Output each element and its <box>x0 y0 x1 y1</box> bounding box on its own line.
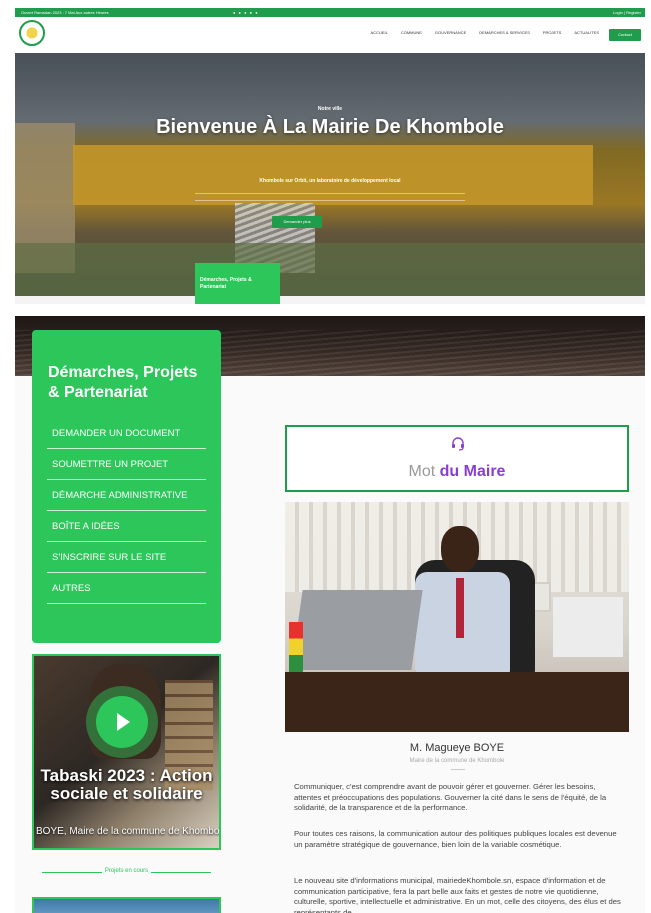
twitter-icon[interactable]: ● <box>239 10 242 15</box>
hero-title: Bienvenue À La Mairie De Khombole <box>156 116 504 138</box>
sidebar-title: Démarches, Projets & Partenariat <box>48 364 198 401</box>
mot-paragraph: Communiquer, c'est comprendre avant de p… <box>294 782 607 812</box>
top-bar-info: Ouvert Ramadan 2023 : 7 Mai Aux autres H… <box>21 10 109 15</box>
sidebar-item-inscrire[interactable]: S'INSCRIRE SUR LE SITE <box>47 542 206 573</box>
hero-subtitle: Notre ville <box>317 106 343 112</box>
video-title: Tabaski 2023 : Action sociale et solidai… <box>40 766 213 803</box>
mayor-role: Maire de la commune de Khombole <box>409 758 505 764</box>
sidebar-item-demarche-administrative[interactable]: DÉMARCHE ADMINISTRATIVE <box>47 480 206 511</box>
nav-item-projets[interactable]: PROJETS <box>543 30 561 35</box>
hero-button[interactable]: Demander plus <box>272 216 322 228</box>
linkedin-icon[interactable]: ● <box>255 10 258 15</box>
sidebar-item-demander-document[interactable]: DEMANDER UN DOCUMENT <box>47 418 206 449</box>
mayor-photo <box>285 502 629 732</box>
photo-tie <box>456 578 464 638</box>
main-navbar: ACCUEIL COMMUNE GOUVERNANCE DEMARCHES & … <box>15 17 645 53</box>
youtube-icon[interactable]: ● <box>250 10 253 15</box>
demarches-sidebar: Démarches, Projets & Partenariat DEMANDE… <box>32 330 221 643</box>
mot-paragraph: Pour toutes ces raisons, la communicatio… <box>294 829 617 849</box>
mot-paragraph: Le nouveau site d'informations municipal… <box>294 876 621 913</box>
divider-line-right <box>151 872 211 873</box>
sidebar-item-boite-idees[interactable]: BOÎTE A IDÉES <box>47 511 206 542</box>
photo-cabinet <box>553 597 623 657</box>
homepage-hero-screenshot: Ouvert Ramadan 2023 : 7 Mai Aux autres H… <box>15 8 645 304</box>
photo-head <box>441 526 479 572</box>
sidebar-menu: DEMANDER UN DOCUMENT SOUMETTRE UN PROJET… <box>47 418 206 604</box>
instagram-icon[interactable]: ● <box>244 10 247 15</box>
top-bar: Ouvert Ramadan 2023 : 7 Mai Aux autres H… <box>15 8 645 17</box>
nav-item-accueil[interactable]: ACCUEIL <box>370 30 387 35</box>
hero-banner: Notre ville Bienvenue À La Mairie De Kho… <box>15 53 645 296</box>
sidebar-item-soumettre-projet[interactable]: SOUMETTRE UN PROJET <box>47 449 206 480</box>
hero-photo-ground <box>15 243 645 296</box>
mayor-name: M. Magueye BOYE <box>409 742 505 754</box>
hero-description <box>195 193 465 201</box>
projets-en-cours-divider: Projets en cours <box>32 866 221 878</box>
mot-du-maire-box: Mot du Maire <box>285 425 629 492</box>
mot-highlight: du Maire <box>439 463 506 480</box>
hero-tagline: Khombole sur Orbit, un laboratoire de dé… <box>259 178 401 184</box>
project-thumbnail[interactable] <box>32 897 221 913</box>
photo-desk <box>285 672 629 732</box>
contact-button[interactable]: Contact <box>609 29 641 41</box>
nav-item-actualites[interactable]: ACTUALITES <box>574 30 599 35</box>
nav-menu: ACCUEIL COMMUNE GOUVERNANCE DEMARCHES & … <box>370 30 599 35</box>
demarches-tab[interactable]: Démarches, Projets & Partenariat <box>195 263 280 304</box>
nav-item-commune[interactable]: COMMUNE <box>401 30 422 35</box>
homepage-content-screenshot: Démarches, Projets & Partenariat DEMANDE… <box>15 316 645 913</box>
headset-icon <box>452 437 464 451</box>
sidebar-item-autres[interactable]: AUTRES <box>47 573 206 604</box>
mot-prefix: Mot <box>408 463 436 480</box>
video-caption: BOYE, Maire de la commune de Khombole <box>36 826 219 837</box>
senegal-flag <box>289 622 303 672</box>
facebook-icon[interactable]: ● <box>233 10 236 15</box>
mairie-logo[interactable] <box>19 20 45 46</box>
social-icons: ● ● ● ● ● <box>233 8 259 17</box>
nav-item-gouvernance[interactable]: GOUVERNANCE <box>435 30 466 35</box>
play-icon[interactable] <box>96 696 148 748</box>
video-card[interactable]: Tabaski 2023 : Action sociale et solidai… <box>32 654 221 850</box>
projets-en-cours-label: Projets en cours <box>104 868 149 874</box>
photo-laptop <box>291 590 423 670</box>
mot-du-maire-title: Mot du Maire <box>287 463 627 481</box>
mayor-role-divider <box>451 769 465 770</box>
nav-item-demarches[interactable]: DEMARCHES & SERVICES <box>479 30 530 35</box>
login-register-link[interactable]: Login | Register <box>613 8 641 17</box>
